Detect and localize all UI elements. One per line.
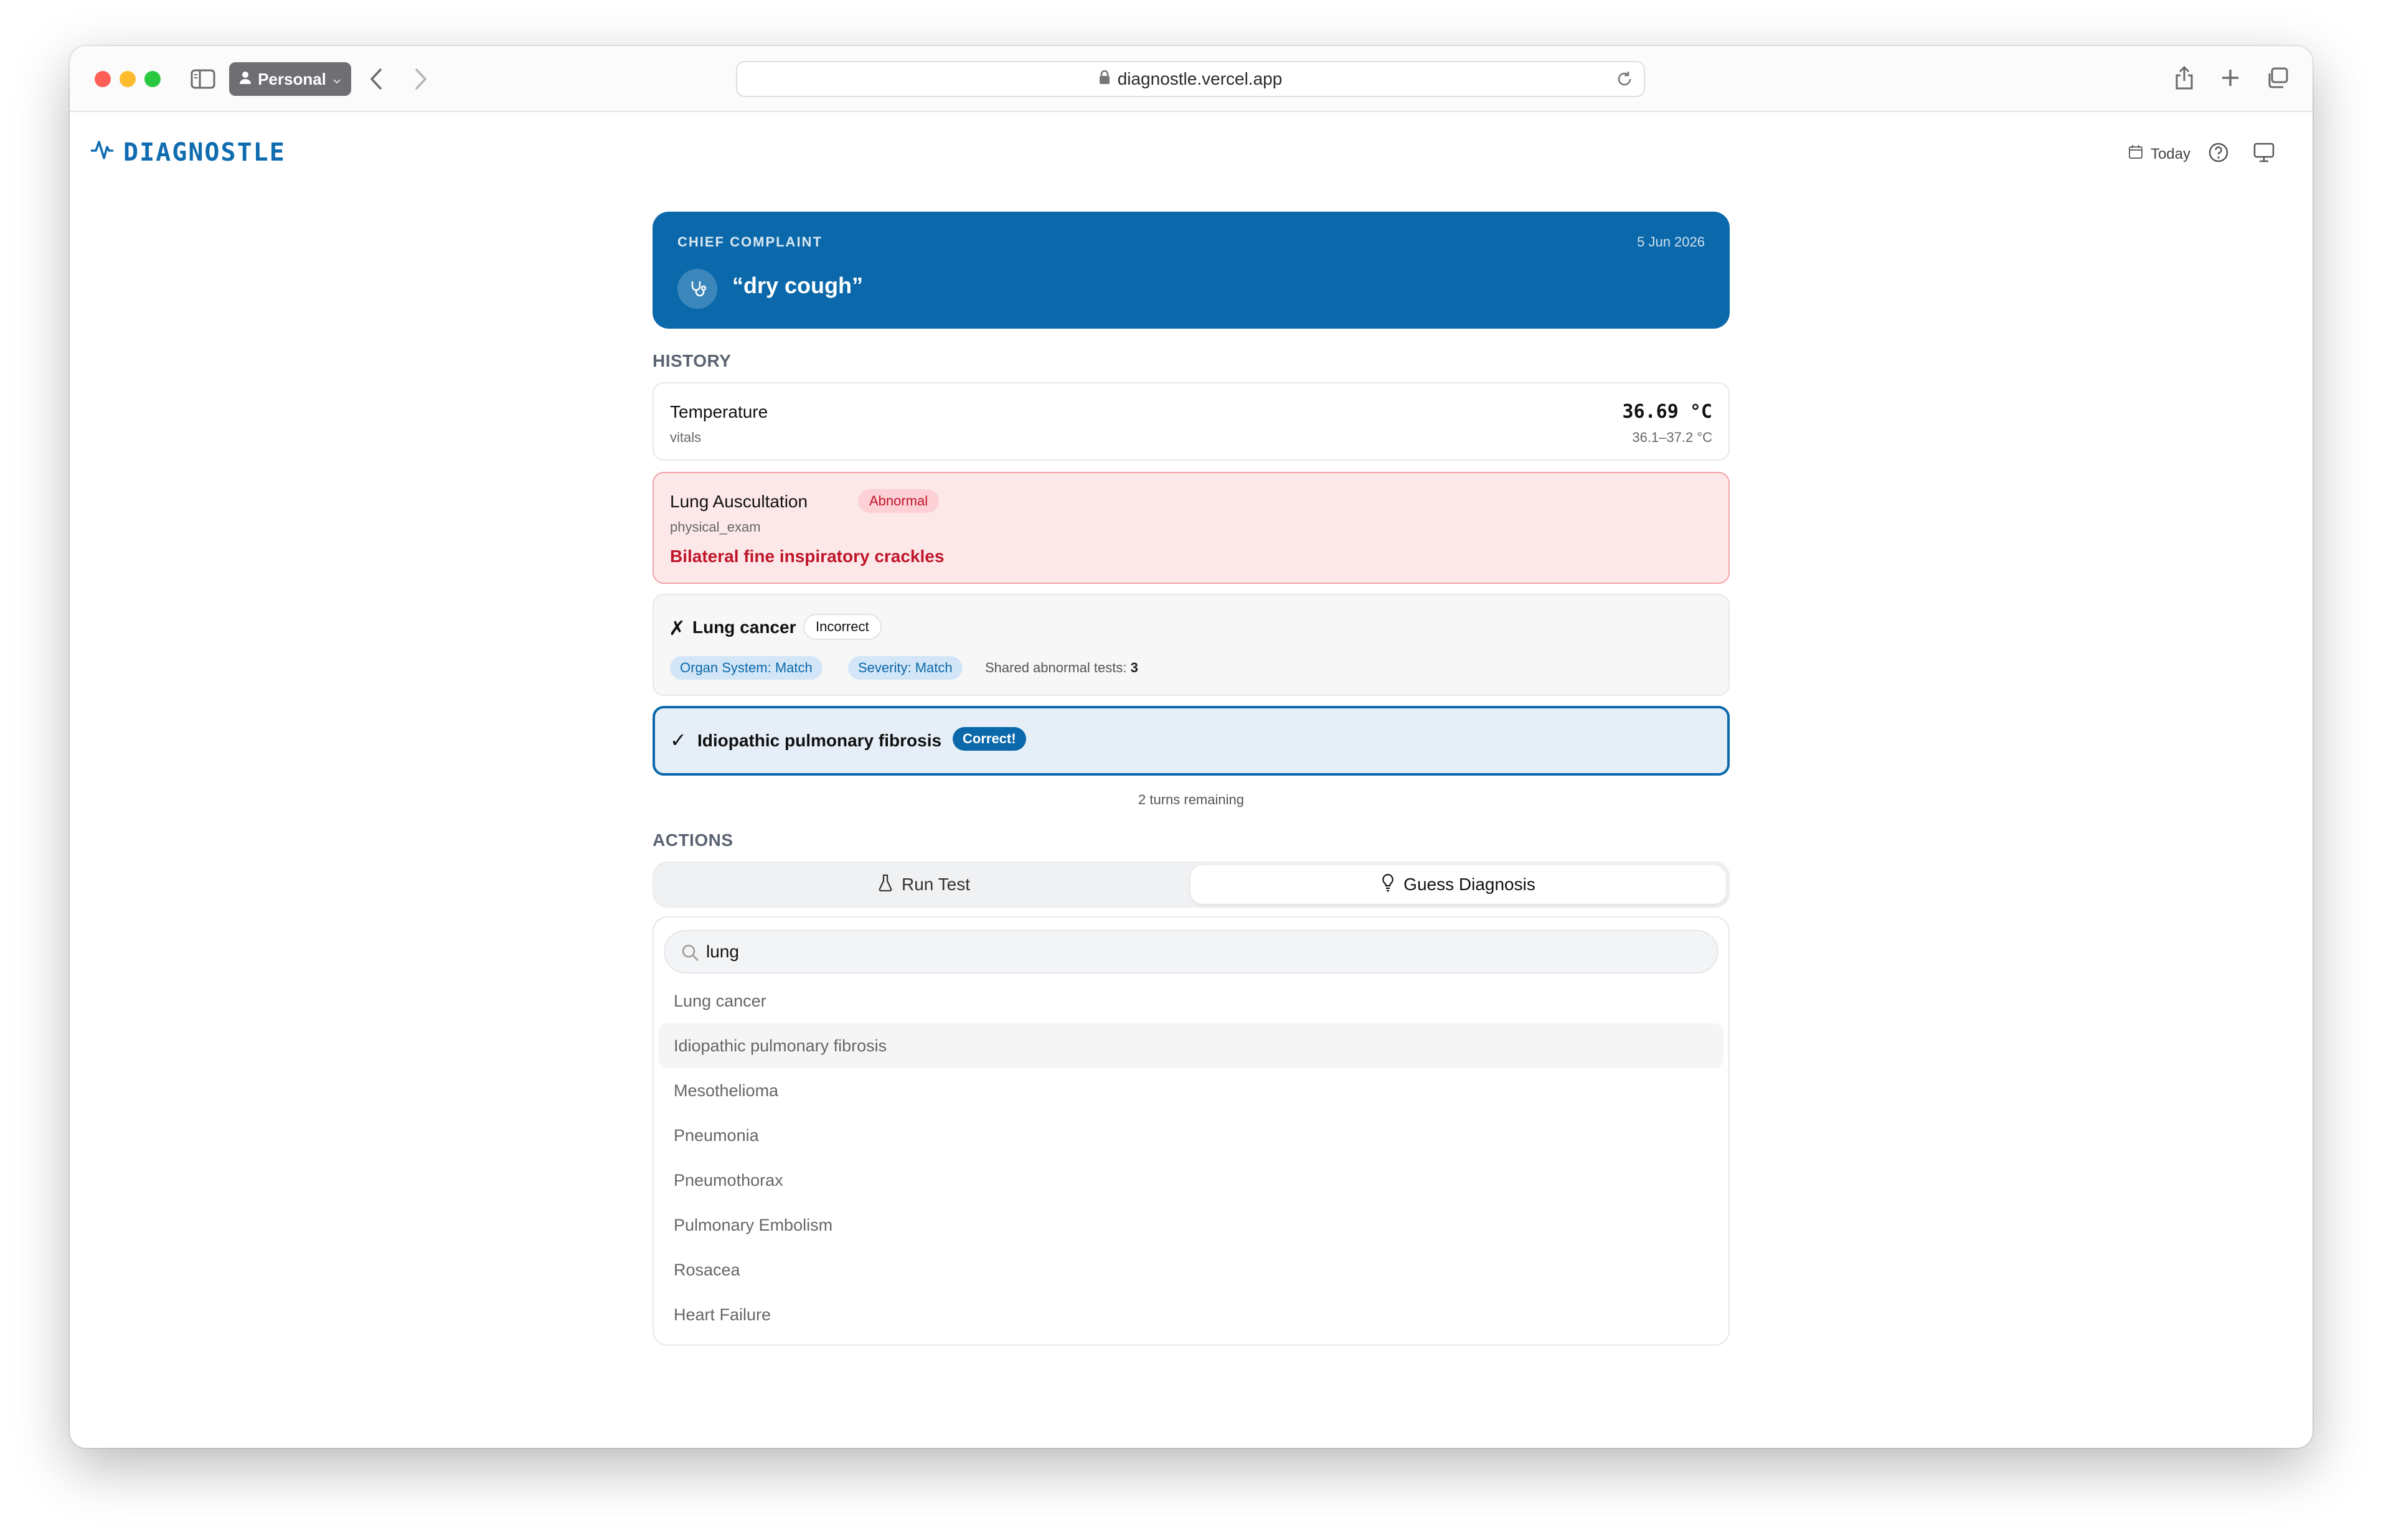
- actions-heading: ACTIONS: [653, 830, 733, 850]
- correct-badge: Correct!: [953, 727, 1026, 751]
- minimize-window-button[interactable]: [120, 71, 136, 87]
- search-input[interactable]: [706, 931, 1640, 972]
- close-window-button[interactable]: [95, 71, 111, 87]
- x-mark-icon: ✗: [669, 617, 686, 639]
- back-arrow-icon[interactable]: [364, 65, 389, 93]
- shared-abnormal-tests: Shared abnormal tests: 3: [985, 660, 1138, 676]
- diagnosis-option[interactable]: Idiopathic pulmonary fibrosis: [659, 1023, 1723, 1068]
- organ-system-chip: Organ System: Match: [670, 656, 823, 680]
- incorrect-badge: Incorrect: [803, 614, 882, 640]
- tab-guess-diagnosis-label: Guess Diagnosis: [1403, 875, 1535, 894]
- pulse-icon: [90, 137, 115, 168]
- correct-guess-card: ✓ Idiopathic pulmonary fibrosis Correct!: [653, 706, 1730, 776]
- forward-arrow-icon[interactable]: [408, 65, 433, 93]
- stethoscope-icon: [677, 269, 717, 309]
- tab-guess-diagnosis[interactable]: Guess Diagnosis: [1190, 865, 1726, 904]
- test-category: vitals: [670, 430, 702, 445]
- diagnosis-option[interactable]: Heart Failure: [659, 1292, 1723, 1337]
- tab-overview-icon[interactable]: [2264, 62, 2291, 93]
- guess-name: Lung cancer: [692, 617, 796, 637]
- check-mark-icon: ✓: [670, 729, 687, 751]
- shared-tests-label: Shared abnormal tests:: [985, 660, 1127, 675]
- sidebar-toggle-icon[interactable]: [189, 67, 217, 91]
- zoom-window-button[interactable]: [144, 71, 161, 87]
- search-icon: [681, 944, 700, 962]
- today-button[interactable]: Today: [2128, 144, 2190, 164]
- help-circle-icon[interactable]: [2208, 142, 2230, 164]
- main-content: CHIEF COMPLAINT 5 Jun 2026 “dry cough” H…: [653, 212, 1730, 1346]
- test-finding: Bilateral fine inspiratory crackles: [670, 547, 945, 566]
- search-box: [664, 930, 1719, 974]
- severity-chip: Severity: Match: [848, 656, 963, 680]
- diagnosis-option[interactable]: Rosacea: [659, 1247, 1723, 1292]
- profile-button[interactable]: Personal: [229, 62, 351, 96]
- test-name: Temperature: [670, 402, 768, 421]
- address-bar[interactable]: diagnostle.vercel.app: [736, 61, 1645, 97]
- chevron-down-icon: [332, 70, 341, 89]
- turns-remaining: 2 turns remaining: [1138, 792, 1244, 807]
- action-tabs: Run Test Guess Diagnosis: [653, 862, 1730, 908]
- url-text: diagnostle.vercel.app: [1117, 69, 1283, 88]
- temperature-result-card: Temperature vitals 36.69 °C 36.1–37.2 °C: [653, 382, 1730, 461]
- chief-complaint-label: CHIEF COMPLAINT: [677, 234, 823, 250]
- lock-icon: [1099, 69, 1110, 89]
- case-date: 5 Jun 2026: [1637, 234, 1705, 250]
- browser-toolbar: Personal diagnostle.vercel.app: [70, 46, 2313, 112]
- diagnosis-combobox: Lung cancerIdiopathic pulmonary fibrosis…: [653, 916, 1730, 1346]
- tab-run-test[interactable]: Run Test: [656, 865, 1192, 904]
- app-logo[interactable]: DIAGNOSTLE: [90, 137, 286, 168]
- share-icon[interactable]: [2171, 62, 2198, 93]
- diagnosis-option[interactable]: Lung cancer: [659, 979, 1723, 1023]
- chief-complaint-text: “dry cough”: [732, 273, 864, 298]
- logo-text: DIAGNOSTLE: [123, 138, 286, 167]
- monitor-icon[interactable]: [2253, 142, 2276, 164]
- shared-tests-count: 3: [1130, 660, 1138, 675]
- guess-name: Idiopathic pulmonary fibrosis: [697, 731, 942, 750]
- new-tab-plus-icon[interactable]: [2217, 62, 2244, 93]
- test-category: physical_exam: [670, 519, 761, 535]
- app-header: DIAGNOSTLE Today: [70, 112, 2313, 187]
- diagnosis-option[interactable]: Pneumothorax: [659, 1158, 1723, 1203]
- test-value: 36.69 °C: [1622, 401, 1713, 423]
- reload-icon[interactable]: [1615, 70, 1634, 88]
- history-heading: HISTORY: [653, 351, 732, 370]
- abnormal-badge: Abnormal: [858, 489, 940, 513]
- calendar-icon: [2128, 144, 2143, 164]
- diagnosis-option[interactable]: Mesothelioma: [659, 1068, 1723, 1113]
- test-name: Lung Auscultation: [670, 492, 808, 511]
- test-reference-range: 36.1–37.2 °C: [1632, 430, 1712, 445]
- diagnosis-option-list: Lung cancer Idiopathic pulmonary fibrosis…: [659, 979, 1723, 1337]
- diagnosis-option[interactable]: Pulmonary Embolism: [659, 1203, 1723, 1247]
- lightbulb-icon: [1381, 873, 1395, 896]
- flask-icon: [878, 874, 893, 896]
- person-icon: [239, 70, 252, 89]
- diagnosis-option[interactable]: Pneumonia: [659, 1113, 1723, 1158]
- today-label: Today: [2150, 145, 2190, 162]
- incorrect-guess-card: ✗ Lung cancer Incorrect Organ System: Ma…: [653, 594, 1730, 696]
- tab-run-test-label: Run Test: [902, 875, 970, 894]
- lung-auscultation-result-card: Lung Auscultation Abnormal physical_exam…: [653, 472, 1730, 584]
- chief-complaint-card: CHIEF COMPLAINT 5 Jun 2026 “dry cough”: [653, 212, 1730, 329]
- browser-window: Personal diagnostle.vercel.app DIAGNOSTL…: [70, 46, 2313, 1448]
- profile-label: Personal: [258, 69, 326, 88]
